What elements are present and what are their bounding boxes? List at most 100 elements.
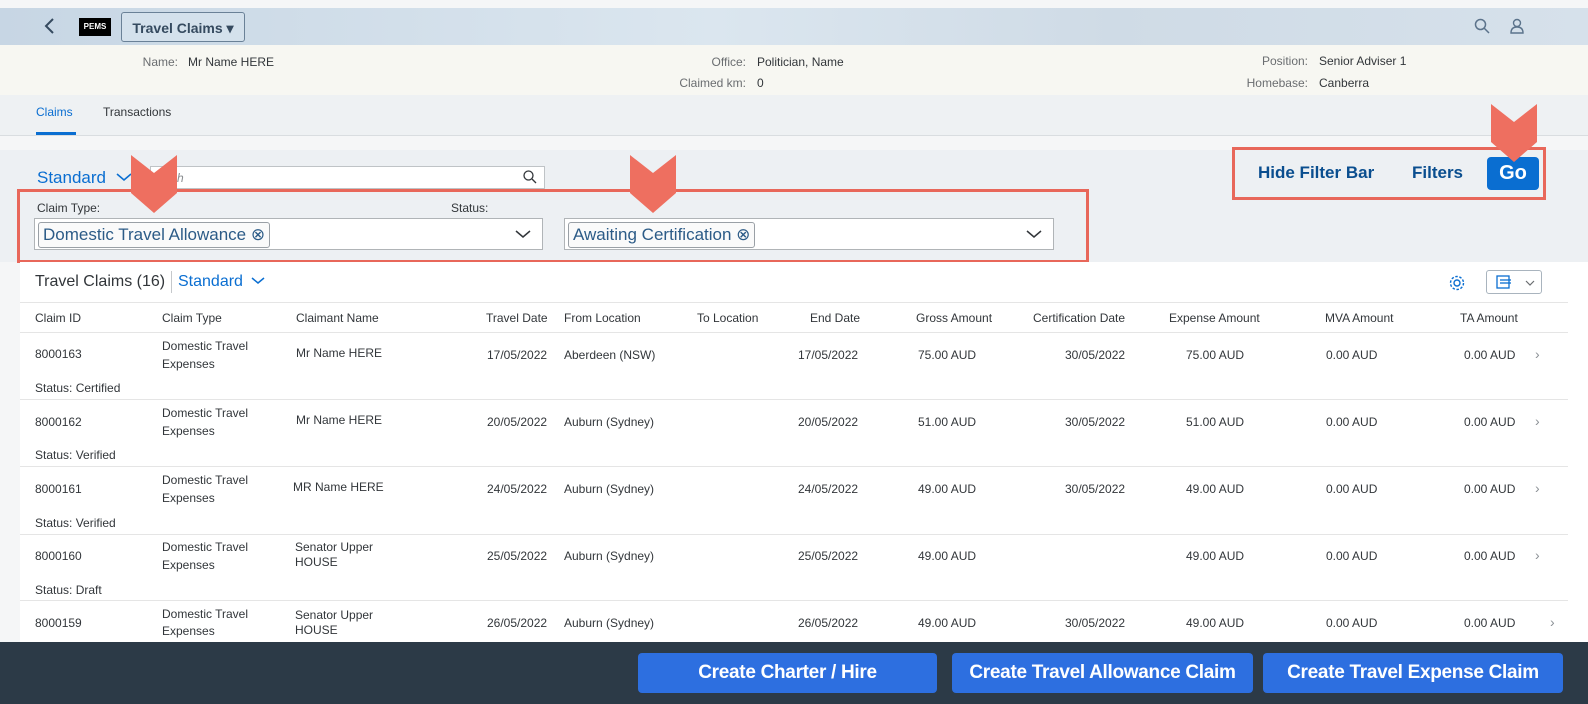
claim-type-line1: Domestic Travel (162, 540, 249, 554)
gross-amount: 51.00 AUD (918, 415, 977, 429)
col-claim-id[interactable]: Claim ID (35, 311, 81, 325)
expense-amount: 49.00 AUD (1186, 549, 1245, 563)
title-separator (171, 271, 172, 293)
create-travel-allowance-claim-button[interactable]: Create Travel Allowance Claim (952, 653, 1253, 693)
office-label: Office: (711, 55, 746, 69)
variant-label: Standard (37, 168, 106, 187)
chevron-right-icon[interactable]: › (1535, 547, 1540, 563)
back-button[interactable] (38, 14, 62, 38)
export-button[interactable] (1486, 270, 1542, 294)
col-mva-amount[interactable]: MVA Amount (1325, 311, 1393, 325)
app-menu-button[interactable]: Travel Claims ▾ (121, 12, 245, 42)
from-location: Auburn (Sydney) (564, 482, 655, 496)
expense-amount: 49.00 AUD (1186, 482, 1245, 496)
position-value: Senior Adviser 1 (1319, 54, 1407, 68)
chevron-right-icon[interactable]: › (1535, 480, 1540, 496)
col-claimant-name[interactable]: Claimant Name (296, 311, 379, 325)
col-ta-amount[interactable]: TA Amount (1460, 311, 1518, 325)
claim-type-line1: Domestic Travel (162, 607, 249, 621)
claim-id: 8000163 (35, 347, 82, 361)
claim-id: 8000162 (35, 415, 82, 429)
travel-date: 24/05/2022 (487, 482, 548, 496)
filter-highlight-box (17, 189, 1089, 263)
claim-type-line2: Expenses (162, 424, 215, 438)
claim-type-line1: Domestic Travel (162, 473, 249, 487)
chevron-down-icon (251, 277, 265, 284)
from-location: Auburn (Sydney) (564, 549, 655, 563)
chevron-right-icon[interactable]: › (1535, 413, 1540, 429)
end-date: 25/05/2022 (798, 549, 859, 563)
mva-amount: 0.00 AUD (1326, 616, 1378, 630)
settings-gear-icon[interactable] (1448, 274, 1466, 292)
travel-date: 20/05/2022 (487, 415, 548, 429)
claimant-name-line2: HOUSE (295, 623, 338, 637)
shell-bar: PEMS Travel Claims ▾ (0, 8, 1588, 45)
claim-type-line1: Domestic Travel (162, 406, 249, 420)
gross-amount: 49.00 AUD (918, 616, 977, 630)
search-icon[interactable] (522, 169, 538, 185)
chevron-down-icon (1525, 280, 1535, 286)
claim-id: 8000161 (35, 482, 82, 496)
col-from-location[interactable]: From Location (564, 311, 641, 325)
claimant-name-line2: HOUSE (295, 555, 338, 569)
end-date: 20/05/2022 (798, 415, 859, 429)
certification-date: 30/05/2022 (1065, 415, 1126, 429)
claimant-name: MR Name HERE (293, 480, 384, 494)
col-end-date[interactable]: End Date (810, 311, 860, 325)
from-location: Aberdeen (NSW) (564, 348, 656, 362)
chevron-right-icon[interactable]: › (1550, 614, 1555, 630)
gross-amount: 49.00 AUD (918, 482, 977, 496)
table-variant-selector[interactable]: Standard (178, 273, 266, 291)
homebase-value: Canberra (1319, 76, 1370, 90)
expense-amount: 51.00 AUD (1186, 415, 1245, 429)
from-location: Auburn (Sydney) (564, 415, 655, 429)
ta-amount: 0.00 AUD (1464, 415, 1516, 429)
ta-amount: 0.00 AUD (1464, 616, 1516, 630)
name-value: Mr Name HERE (188, 55, 275, 69)
variant-selector[interactable]: Standard (37, 168, 133, 188)
mva-amount: 0.00 AUD (1326, 482, 1378, 496)
col-to-location[interactable]: To Location (697, 311, 758, 325)
claimed-km-label: Claimed km: (679, 76, 746, 90)
mva-amount: 0.00 AUD (1326, 549, 1378, 563)
create-travel-expense-claim-button[interactable]: Create Travel Expense Claim (1263, 653, 1563, 693)
claim-type-line1: Domestic Travel (162, 339, 249, 353)
col-certification-date[interactable]: Certification Date (1033, 311, 1125, 325)
chevron-right-icon[interactable]: › (1535, 346, 1540, 362)
header-divider (20, 332, 1568, 333)
end-date: 26/05/2022 (798, 616, 859, 630)
office-value: Politician, Name (757, 55, 844, 69)
search-button[interactable] (1473, 17, 1493, 37)
travel-date: 17/05/2022 (487, 348, 548, 362)
search-input[interactable]: ch (150, 166, 545, 189)
down-arrow-marker (131, 155, 177, 213)
tab-claims[interactable]: Claims (36, 105, 73, 119)
certification-date: 30/05/2022 (1065, 348, 1126, 362)
create-charter-hire-button[interactable]: Create Charter / Hire (638, 653, 937, 693)
end-date: 24/05/2022 (798, 482, 859, 496)
col-claim-type[interactable]: Claim Type (162, 311, 222, 325)
export-icon (1496, 275, 1511, 289)
col-gross-amount[interactable]: Gross Amount (916, 311, 992, 325)
row-status: Status: Verified (35, 516, 116, 530)
gross-amount: 49.00 AUD (918, 549, 977, 563)
row-divider (20, 534, 1568, 535)
search-icon (1474, 18, 1490, 34)
row-divider (20, 399, 1568, 400)
ta-amount: 0.00 AUD (1464, 482, 1516, 496)
claim-id: 8000160 (35, 549, 82, 563)
claim-id: 8000159 (35, 616, 82, 630)
position-label: Position: (1261, 54, 1308, 68)
tab-transactions[interactable]: Transactions (103, 105, 171, 119)
col-expense-amount[interactable]: Expense Amount (1169, 311, 1260, 325)
col-travel-date[interactable]: Travel Date (486, 311, 548, 325)
claim-type-line2: Expenses (162, 491, 215, 505)
certification-date: 30/05/2022 (1065, 616, 1126, 630)
row-divider (20, 600, 1568, 601)
mva-amount: 0.00 AUD (1326, 348, 1378, 362)
certification-date: 30/05/2022 (1065, 482, 1126, 496)
user-button[interactable] (1508, 17, 1528, 37)
claim-type-line2: Expenses (162, 357, 215, 371)
claimant-name: Mr Name HERE (296, 413, 383, 427)
row-status: Status: Verified (35, 448, 116, 462)
